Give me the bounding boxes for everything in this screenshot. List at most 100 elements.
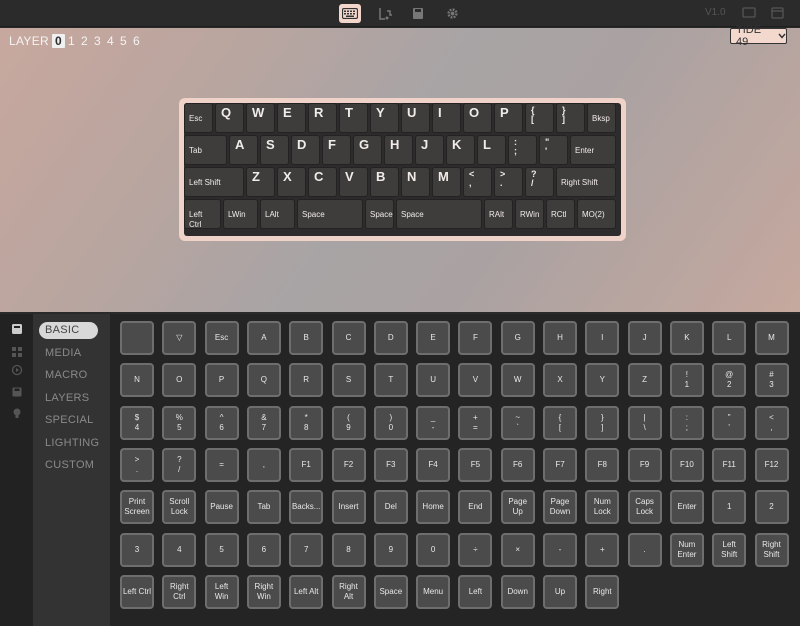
gear-icon[interactable]: [441, 4, 463, 23]
palette-key[interactable]: Y: [585, 363, 620, 398]
keyboard-key[interactable]: G: [353, 135, 382, 165]
keyboard-key[interactable]: Space: [297, 199, 363, 229]
keyboard-key[interactable]: S: [260, 135, 289, 165]
circle-play-icon[interactable]: [11, 363, 23, 376]
palette-key[interactable]: Up: [543, 574, 577, 609]
palette-key[interactable]: & 7: [246, 405, 281, 440]
grid-icon[interactable]: [11, 345, 23, 357]
keyboard-key[interactable]: A: [229, 135, 258, 165]
keyboard-key[interactable]: W: [246, 103, 275, 133]
category-media[interactable]: MEDIA: [39, 345, 98, 362]
palette-key[interactable]: Menu: [416, 574, 451, 609]
keyboard-key[interactable]: Left Shift: [184, 167, 244, 197]
palette-key[interactable]: Num Lock: [585, 490, 620, 525]
palette-key[interactable]: B: [289, 321, 324, 355]
palette-key[interactable]: X: [543, 363, 577, 398]
keyboard-key[interactable]: Left Ctrl: [184, 199, 221, 229]
palette-key[interactable]: F9: [627, 447, 662, 482]
palette-key[interactable]: @2: [712, 363, 747, 398]
keyboard-key[interactable]: K: [446, 135, 475, 165]
keyboard-key[interactable]: H: [384, 135, 413, 165]
category-macro[interactable]: MACRO: [39, 367, 98, 384]
palette-key[interactable]: Page Up: [500, 490, 535, 525]
layer-3[interactable]: 3: [91, 34, 104, 48]
keyboard-key[interactable]: >.: [494, 167, 523, 197]
keyboard-key[interactable]: I: [432, 103, 461, 133]
palette-key[interactable]: 1: [712, 490, 747, 525]
palette-key[interactable]: | \: [627, 405, 662, 440]
palette-key[interactable]: 5: [204, 532, 239, 567]
palette-key[interactable]: + =: [458, 405, 493, 440]
palette-key[interactable]: <,: [754, 405, 789, 440]
palette-key[interactable]: F10: [669, 447, 704, 482]
palette-key[interactable]: 6: [246, 532, 281, 567]
palette-key[interactable]: F2: [331, 447, 366, 482]
palette-key[interactable]: F1: [289, 447, 324, 482]
palette-key[interactable]: Enter: [669, 490, 704, 525]
palette-key[interactable]: O: [162, 363, 197, 398]
keyboard-key[interactable]: U: [401, 103, 430, 133]
keyboard-key[interactable]: MO(2): [577, 199, 616, 229]
palette-key[interactable]: =: [204, 447, 239, 482]
palette-key[interactable]: F: [458, 321, 493, 355]
save-icon[interactable]: [407, 4, 429, 23]
palette-key[interactable]: A: [246, 321, 281, 355]
keyboard-key[interactable]: :;: [508, 135, 537, 165]
palette-key[interactable]: Left Shift: [712, 532, 747, 567]
palette-key[interactable]: Caps Lock: [627, 490, 662, 525]
palette-key[interactable]: Home: [416, 490, 451, 525]
palette-key[interactable]: G: [500, 321, 535, 355]
keyboard-key[interactable]: V: [339, 167, 368, 197]
keyboard-key[interactable]: <,: [463, 167, 492, 197]
palette-key[interactable]: C: [331, 321, 366, 355]
keyboard-key[interactable]: LWin: [223, 199, 258, 229]
palette-key[interactable]: Tab: [246, 490, 281, 525]
palette-key[interactable]: (9: [331, 405, 366, 440]
keyboard-key[interactable]: RAlt: [484, 199, 513, 229]
palette-key[interactable]: 7: [289, 532, 324, 567]
keyboard-key[interactable]: }]: [556, 103, 585, 133]
palette-key[interactable]: ! 1: [669, 363, 704, 398]
palette-key[interactable]: P: [204, 363, 239, 398]
palette-key[interactable]: ) 0: [373, 405, 408, 440]
palette-key[interactable]: Down: [500, 574, 535, 609]
palette-key[interactable]: Pause: [204, 490, 239, 525]
keyboard-key[interactable]: L: [477, 135, 506, 165]
palette-key[interactable]: 8: [331, 532, 366, 567]
keyboard-select[interactable]: TIDE 49: [730, 24, 787, 48]
keyboard-key[interactable]: Space: [396, 199, 482, 229]
keyboard-key[interactable]: M: [432, 167, 461, 197]
palette-key[interactable]: D: [373, 321, 408, 355]
keyboard-key[interactable]: F: [322, 135, 351, 165]
keyboard-key[interactable]: Bksp: [587, 103, 616, 133]
category-basic[interactable]: BASIC: [39, 322, 98, 339]
layer-5[interactable]: 5: [117, 34, 130, 48]
keyboard-icon[interactable]: [339, 4, 361, 23]
palette-key[interactable]: F7: [543, 447, 577, 482]
layer-6[interactable]: 6: [130, 34, 143, 48]
palette-key[interactable]: -: [543, 532, 577, 567]
keyboard-key[interactable]: RCtl: [546, 199, 575, 229]
keyboard-key[interactable]: X: [277, 167, 306, 197]
category-lighting[interactable]: LIGHTING: [39, 435, 99, 452]
keyboard-key[interactable]: N: [401, 167, 430, 197]
palette-key[interactable]: Q: [246, 363, 281, 398]
keyboard-key[interactable]: O: [463, 103, 492, 133]
palette-key[interactable]: ÷: [458, 532, 493, 567]
palette-key[interactable]: J: [627, 321, 662, 355]
keyboard-key[interactable]: B: [370, 167, 399, 197]
palette-key[interactable]: M: [754, 321, 789, 355]
bulb-icon[interactable]: [11, 406, 23, 418]
keyboard-small-icon[interactable]: [11, 322, 23, 334]
palette-key[interactable]: Right Alt: [331, 574, 366, 609]
palette-key[interactable]: ? /: [162, 447, 197, 482]
keyboard-key[interactable]: R: [308, 103, 337, 133]
palette-key[interactable]: Backs...: [289, 490, 324, 525]
screen-icon[interactable]: [742, 6, 756, 24]
palette-key[interactable]: [120, 321, 154, 355]
palette-key[interactable]: F5: [458, 447, 493, 482]
category-custom[interactable]: CUSTOM: [39, 457, 98, 474]
palette-key[interactable]: 0: [416, 532, 451, 567]
palette-key[interactable]: Right: [585, 574, 620, 609]
keyboard-key[interactable]: Esc: [184, 103, 213, 133]
